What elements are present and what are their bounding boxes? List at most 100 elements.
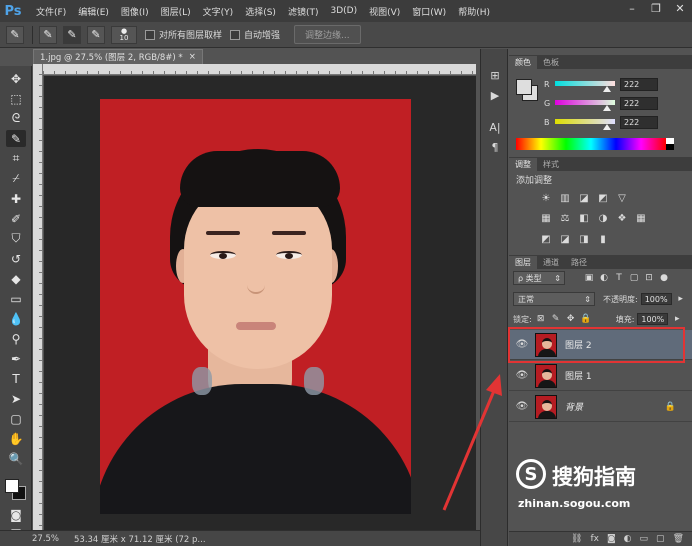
threshold-icon[interactable]: ◨ <box>577 233 591 245</box>
opacity-field[interactable]: 100% <box>640 293 672 305</box>
history-brush-tool-icon[interactable]: ↺ <box>6 250 26 267</box>
filter-shape-icon[interactable]: ▢ <box>628 272 640 284</box>
filter-toggle-icon[interactable]: ● <box>658 272 670 284</box>
filter-smart-object-icon[interactable]: ⊡ <box>643 272 655 284</box>
tab-swatches[interactable]: 色板 <box>537 56 565 69</box>
green-slider-knob[interactable] <box>603 105 612 111</box>
zoom-level[interactable]: 27.5% <box>0 534 59 544</box>
levels-icon[interactable]: ▥ <box>558 192 572 204</box>
layer-style-icon[interactable]: fx <box>590 534 599 544</box>
healing-brush-tool-icon[interactable]: ✚ <box>6 190 26 207</box>
red-slider-knob[interactable] <box>603 86 612 92</box>
lock-image-icon[interactable]: ✎ <box>550 313 562 325</box>
visibility-eye-icon[interactable]: 👁 <box>513 370 531 381</box>
curves-icon[interactable]: ◪ <box>577 192 591 204</box>
new-group-icon[interactable]: ▭ <box>640 534 649 544</box>
actions-panel-icon[interactable]: ▶ <box>487 87 503 103</box>
shape-tool-icon[interactable]: ▢ <box>6 410 26 427</box>
menu-type[interactable]: 文字(Y) <box>203 5 234 18</box>
auto-enhance-checkbox[interactable] <box>230 29 241 40</box>
link-layers-icon[interactable]: ⛓ <box>571 534 582 544</box>
clone-stamp-tool-icon[interactable]: ⛉ <box>6 230 26 247</box>
history-panel-icon[interactable]: ⊞ <box>487 67 503 83</box>
new-layer-icon[interactable]: ▢ <box>656 534 665 544</box>
blue-slider-knob[interactable] <box>603 124 612 130</box>
document-tab[interactable]: 1.jpg @ 27.5% (图层 2, RGB/8#) * × <box>33 49 203 64</box>
zoom-tool-icon[interactable]: 🔍 <box>6 450 26 467</box>
lock-all-icon[interactable]: 🔒 <box>580 313 592 325</box>
photo-filter-icon[interactable]: ◑ <box>596 212 610 224</box>
type-tool-icon[interactable]: T <box>6 370 26 387</box>
delete-layer-icon[interactable]: 🗑 <box>673 534 684 544</box>
color-balance-icon[interactable]: ⚖ <box>558 212 572 224</box>
color-lookup-icon[interactable]: ▦ <box>634 212 648 224</box>
marquee-tool-icon[interactable]: ⬚ <box>6 90 26 107</box>
color-panel-foreground-swatch[interactable] <box>516 79 532 95</box>
character-panel-icon[interactable]: A| <box>487 119 503 135</box>
menu-edit[interactable]: 编辑(E) <box>78 5 109 18</box>
blue-value-field[interactable]: 222 <box>620 116 658 129</box>
quick-mask-icon[interactable]: ◙ <box>6 506 26 523</box>
menu-filter[interactable]: 滤镜(T) <box>288 5 319 18</box>
menu-3d[interactable]: 3D(D) <box>330 6 357 16</box>
layer-row[interactable]: 👁 图层 1 <box>509 361 692 391</box>
invert-icon[interactable]: ◩ <box>539 233 553 245</box>
close-document-icon[interactable]: × <box>189 52 196 62</box>
filter-pixel-icon[interactable]: ▣ <box>583 272 595 284</box>
black-white-ramp[interactable] <box>666 138 674 150</box>
menu-select[interactable]: 选择(S) <box>245 5 276 18</box>
restore-button[interactable]: ❐ <box>644 0 668 16</box>
foreground-color-swatch[interactable] <box>5 479 19 493</box>
tab-styles[interactable]: 样式 <box>537 158 565 171</box>
tab-paths[interactable]: 路径 <box>565 256 593 269</box>
opacity-dropdown-icon[interactable]: ▸ <box>675 293 687 305</box>
eyedropper-tool-icon[interactable]: ⌿ <box>6 170 26 187</box>
minimize-button[interactable]: – <box>620 0 644 16</box>
pen-tool-icon[interactable]: ✒ <box>6 350 26 367</box>
exposure-icon[interactable]: ◩ <box>596 192 610 204</box>
lock-transparent-icon[interactable]: ⊠ <box>535 313 547 325</box>
green-value-field[interactable]: 222 <box>620 97 658 110</box>
vibrance-icon[interactable]: ▽ <box>615 192 629 204</box>
move-tool-icon[interactable]: ✥ <box>6 70 26 87</box>
fill-field[interactable]: 100% <box>637 313 669 325</box>
color-spectrum-bar[interactable] <box>516 138 666 150</box>
add-to-selection-icon[interactable]: ✎ <box>63 25 81 44</box>
document-info[interactable]: 53.34 厘米 x 71.12 厘米 (72 p... <box>74 533 206 545</box>
blur-tool-icon[interactable]: 💧 <box>6 310 26 327</box>
eraser-tool-icon[interactable]: ◆ <box>6 270 26 287</box>
sample-all-layers-checkbox[interactable] <box>145 29 155 40</box>
fill-dropdown-icon[interactable]: ▸ <box>671 313 683 325</box>
menu-layer[interactable]: 图层(L) <box>161 5 191 18</box>
layer-row[interactable]: 👁 背景 🔒 <box>509 392 692 422</box>
subtract-from-selection-icon[interactable]: ✎ <box>87 25 105 44</box>
tab-channels[interactable]: 通道 <box>537 256 565 269</box>
portrait-photo[interactable] <box>100 99 411 514</box>
posterize-icon[interactable]: ◪ <box>558 233 572 245</box>
layer-name[interactable]: 背景 <box>565 400 583 413</box>
layer-name[interactable]: 图层 1 <box>565 369 592 382</box>
new-adjustment-layer-icon[interactable]: ◐ <box>624 534 632 544</box>
tab-layers[interactable]: 图层 <box>509 256 537 269</box>
quick-selection-tool-icon[interactable]: ✎ <box>6 130 26 147</box>
gradient-map-icon[interactable]: ▮ <box>596 233 610 245</box>
menu-help[interactable]: 帮助(H) <box>458 5 490 18</box>
tab-adjustments[interactable]: 调整 <box>509 158 537 171</box>
lock-position-icon[interactable]: ✥ <box>565 313 577 325</box>
crop-tool-icon[interactable]: ⌗ <box>6 150 26 167</box>
gradient-tool-icon[interactable]: ▭ <box>6 290 26 307</box>
add-mask-icon[interactable]: ◙ <box>607 534 616 544</box>
dodge-tool-icon[interactable]: ⚲ <box>6 330 26 347</box>
filter-type-icon[interactable]: T <box>613 272 625 284</box>
refine-edge-button[interactable]: 调整边缘... <box>294 25 361 44</box>
blend-mode-select[interactable]: 正常 ⇕ <box>513 292 595 306</box>
paragraph-panel-icon[interactable]: ¶ <box>487 139 503 155</box>
new-selection-icon[interactable]: ✎ <box>39 25 57 44</box>
path-selection-tool-icon[interactable]: ➤ <box>6 390 26 407</box>
channel-mixer-icon[interactable]: ❖ <box>615 212 629 224</box>
black-white-icon[interactable]: ◧ <box>577 212 591 224</box>
menu-view[interactable]: 视图(V) <box>369 5 400 18</box>
lasso-tool-icon[interactable]: ᘓ <box>6 110 26 127</box>
brightness-contrast-icon[interactable]: ☀ <box>539 192 553 204</box>
hue-saturation-icon[interactable]: ▦ <box>539 212 553 224</box>
